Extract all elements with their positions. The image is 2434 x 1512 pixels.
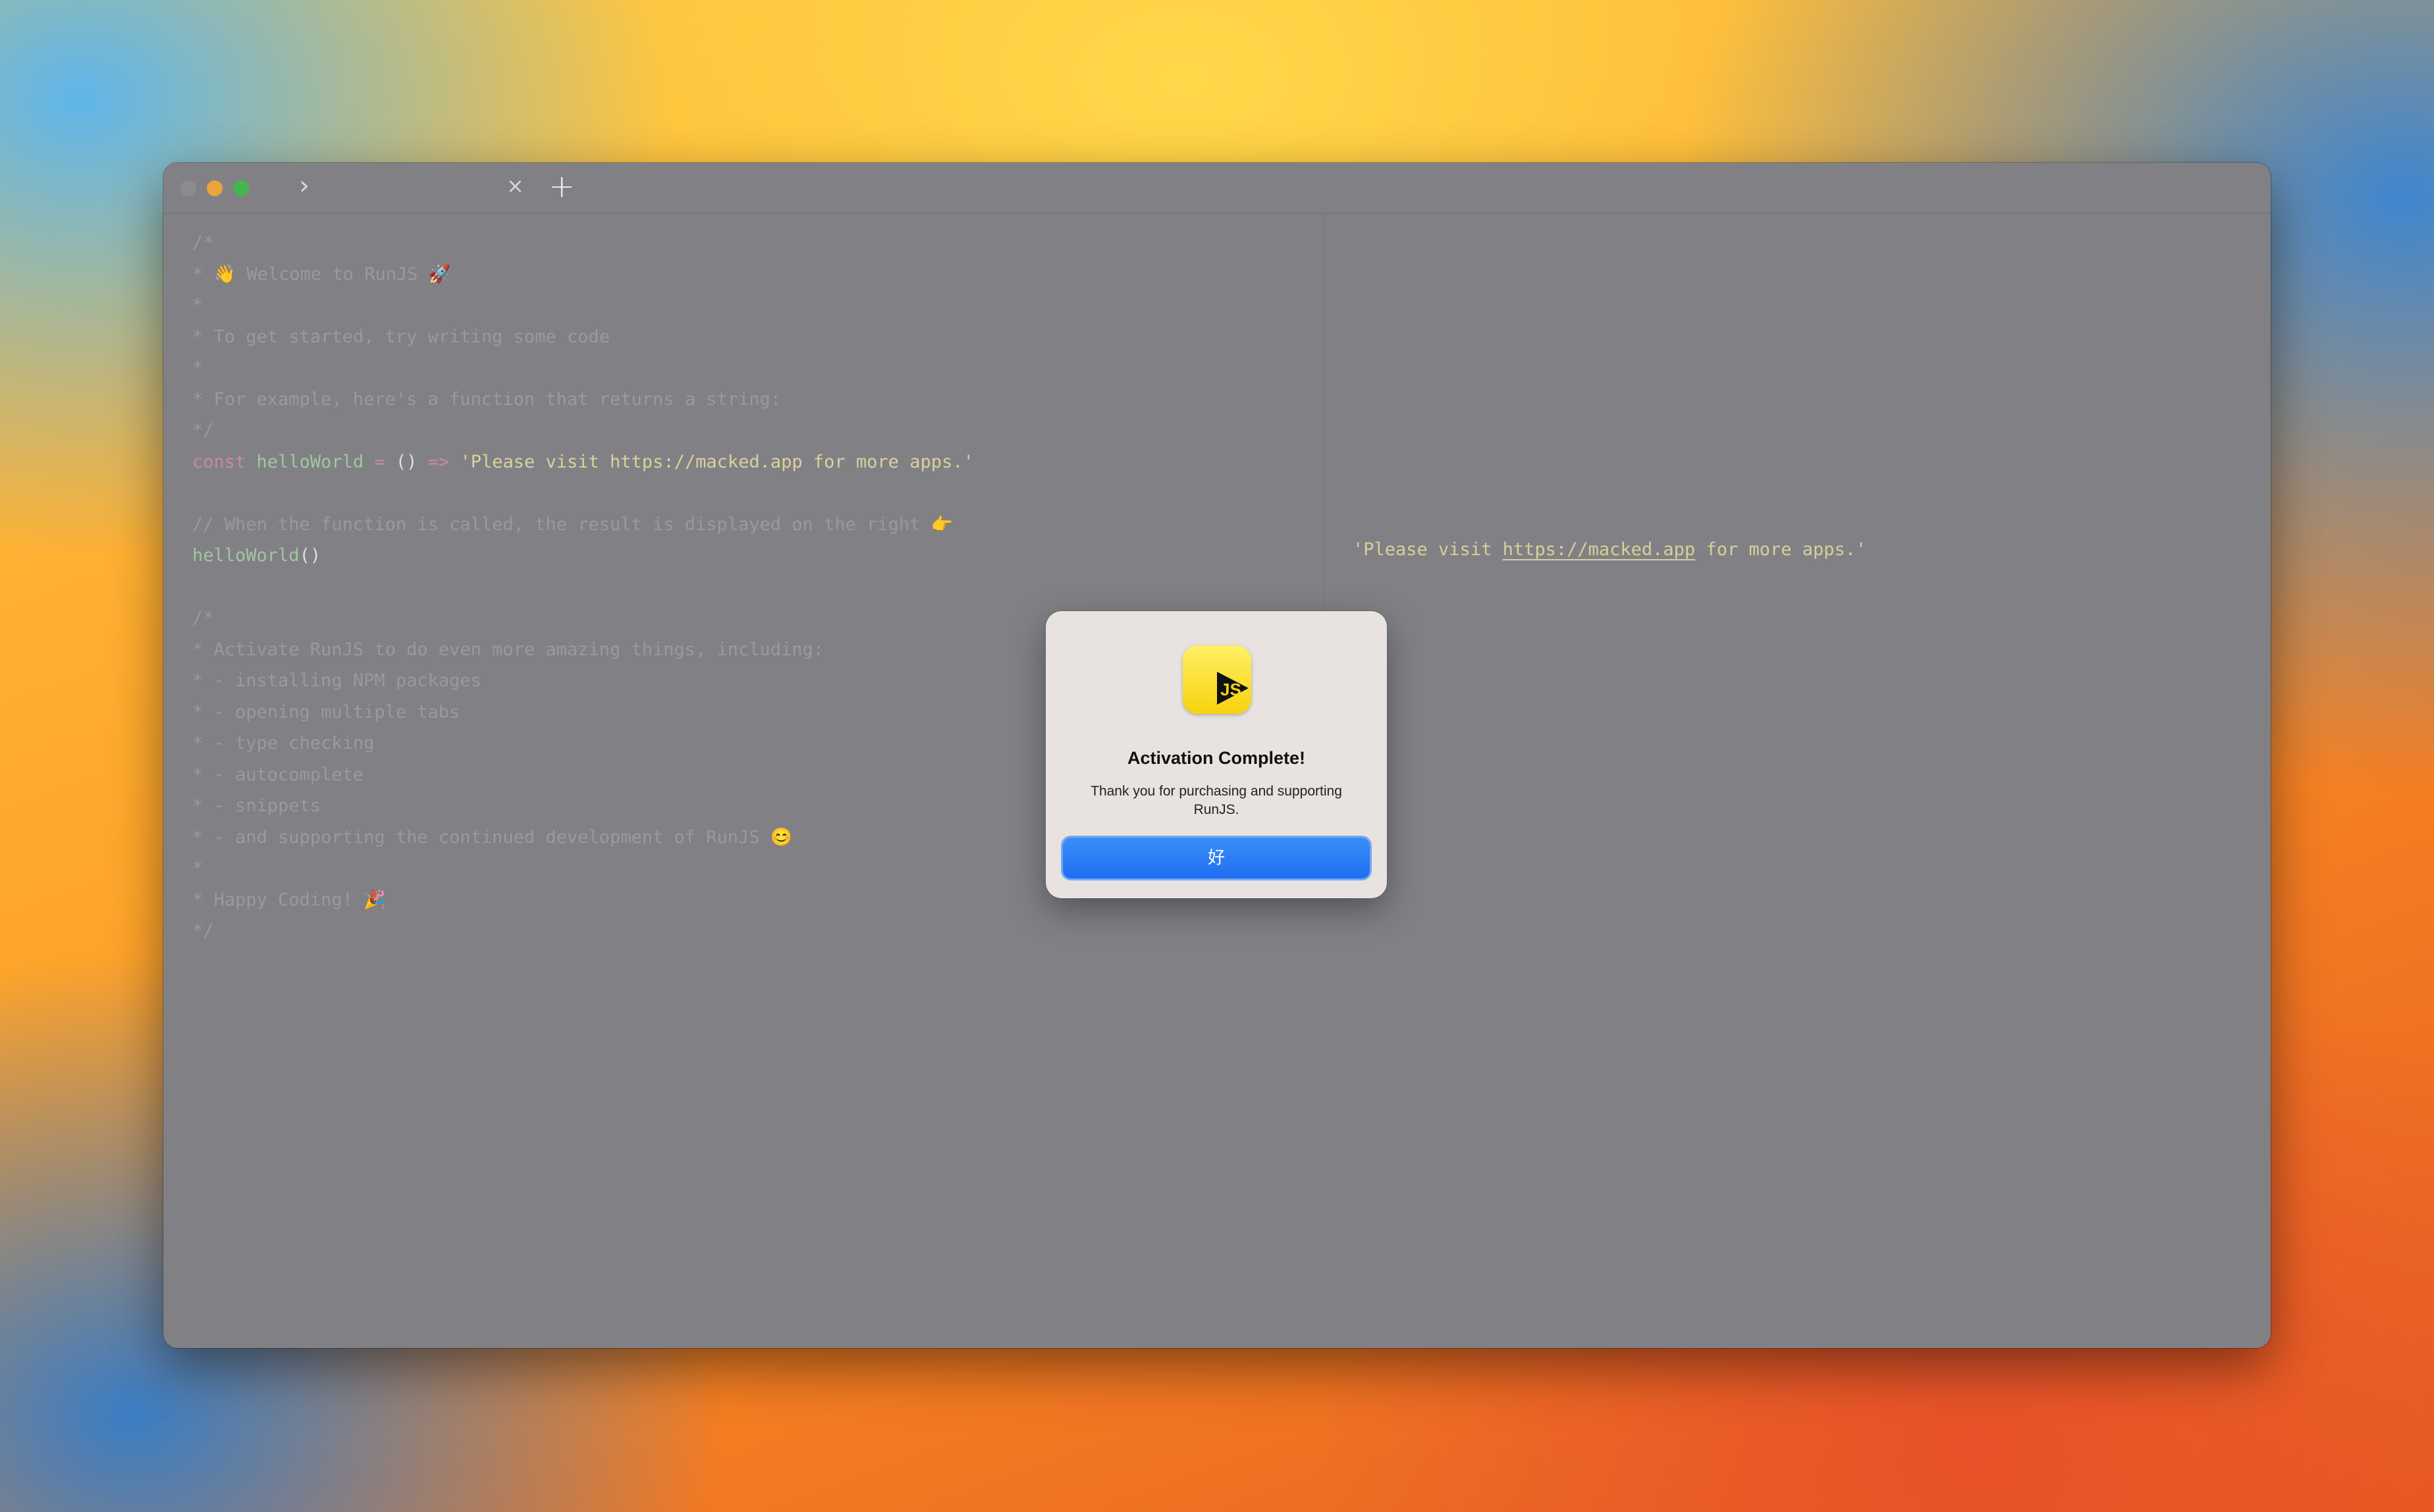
code-line: * Activate RunJS to do even more amazing…	[192, 639, 825, 660]
dialog-title: Activation Complete!	[1127, 748, 1306, 768]
code-line: * 👋 Welcome to RunJS 🚀	[192, 263, 451, 284]
code-line: // When the function is called, the resu…	[192, 514, 954, 535]
code-line: /*	[192, 232, 214, 253]
code-line: *	[192, 295, 203, 315]
code-line: * - opening multiple tabs	[192, 701, 460, 722]
svg-text:JS: JS	[1220, 680, 1241, 699]
parens: ()	[395, 451, 418, 472]
code-line: /*	[192, 608, 214, 628]
zoom-window-button[interactable]	[233, 180, 249, 196]
code-line: * - snippets	[192, 796, 321, 816]
new-tab-button[interactable]: +	[549, 168, 575, 205]
code-line: *	[192, 358, 203, 378]
code-line-call: helloWorld()	[192, 540, 974, 572]
function-name: helloWorld	[256, 451, 364, 472]
activation-dialog: JS Activation Complete! Thank you for pu…	[1046, 611, 1387, 898]
runjs-app-icon: JS	[1183, 645, 1251, 714]
code-line: */	[192, 420, 214, 441]
code-line: * For example, here's a function that re…	[192, 389, 782, 410]
ok-button[interactable]: 好	[1063, 838, 1370, 878]
code-line: * - type checking	[192, 733, 375, 753]
chevron-right-icon[interactable]: ›	[299, 171, 310, 201]
string-literal: 'Please visit https://macked.app for mor…	[460, 451, 974, 472]
code-line: * - and supporting the continued develop…	[192, 826, 793, 848]
output-text-before: 'Please visit	[1353, 539, 1503, 560]
minimize-window-button[interactable]	[207, 180, 223, 196]
function-call-name: helloWorld	[192, 545, 300, 566]
code-line: */	[192, 921, 214, 941]
call-parens: ()	[299, 545, 321, 566]
code-line-const: const helloWorld = () => 'Please visit h…	[192, 446, 974, 478]
result-output: 'Please visit https://macked.app for mor…	[1353, 539, 1866, 560]
code-line: * To get started, try writing some code	[192, 326, 610, 347]
tab-close-icon[interactable]: ×	[506, 173, 524, 198]
operator-arrow: =>	[427, 451, 450, 472]
close-window-button[interactable]	[180, 180, 196, 196]
output-text-after: for more apps.'	[1695, 539, 1867, 560]
code-line: *	[192, 858, 203, 878]
code-line: * - installing NPM packages	[192, 670, 481, 691]
output-link[interactable]: https://macked.app	[1503, 539, 1696, 560]
code-line: * - autocomplete	[192, 764, 364, 785]
code-line: * Happy Coding! 🎉	[192, 889, 386, 910]
operator-eq: =	[374, 451, 385, 472]
keyword-const: const	[192, 451, 246, 472]
dialog-message: Thank you for purchasing and supporting …	[1091, 784, 1342, 817]
code-editor[interactable]: /* * 👋 Welcome to RunJS 🚀 * * To get sta…	[192, 227, 974, 947]
title-bar: › × +	[163, 163, 2271, 214]
